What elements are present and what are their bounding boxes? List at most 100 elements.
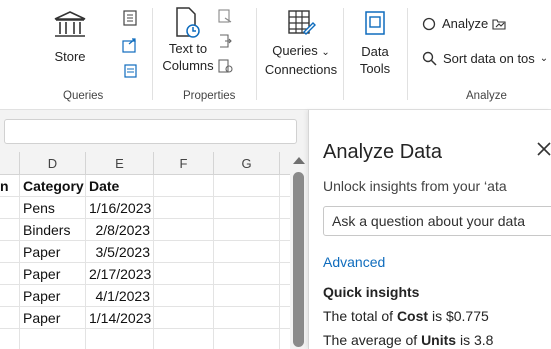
table-cell[interactable]: Category xyxy=(20,175,86,197)
table-cell[interactable]: Paper xyxy=(20,285,86,307)
table-cell[interactable]: 1/14/2023 xyxy=(86,307,154,329)
ribbon-divider xyxy=(343,8,344,100)
store-button[interactable]: Store xyxy=(48,10,92,65)
column-header[interactable]: E xyxy=(86,152,154,175)
table-cell[interactable] xyxy=(0,263,20,285)
formula-input[interactable] xyxy=(4,119,297,144)
table-cell[interactable] xyxy=(154,263,214,285)
table-cell[interactable] xyxy=(214,219,280,241)
analyze-button[interactable]: Analyze xyxy=(422,16,512,31)
chevron-down-icon: ⌄ xyxy=(321,47,330,58)
table-cell[interactable] xyxy=(214,285,280,307)
insight-item[interactable]: The total of Cost is $0.775 xyxy=(323,308,489,324)
queries-label: Queries ⌄ xyxy=(272,42,330,61)
table-row xyxy=(0,329,290,349)
analyze-data-pane: Analyze Data Unlock insights from your ‘… xyxy=(308,110,551,349)
data-tools-button[interactable]: Data Tools xyxy=(354,10,396,77)
flash-fill-icon[interactable] xyxy=(217,8,233,24)
table-cell[interactable]: 2/8/2023 xyxy=(86,219,154,241)
advanced-link[interactable]: Advanced xyxy=(323,254,385,270)
bank-store-icon xyxy=(54,11,86,37)
remove-duplicates-icon[interactable] xyxy=(217,33,233,49)
table-cell[interactable] xyxy=(214,175,280,197)
table-cell[interactable] xyxy=(0,307,20,329)
pane-title: Analyze Data xyxy=(323,141,442,163)
table-cell[interactable] xyxy=(0,285,20,307)
data-tools-label-2: Tools xyxy=(359,61,391,76)
table-cell[interactable] xyxy=(214,197,280,219)
formula-bar-area xyxy=(0,110,308,152)
table-cell[interactable] xyxy=(154,175,214,197)
table-cell[interactable] xyxy=(0,219,20,241)
queries-group-label: Queries xyxy=(63,90,104,102)
ask-question-input[interactable]: Ask a question about your data xyxy=(323,206,551,236)
table-cell[interactable] xyxy=(0,329,20,349)
table-cell[interactable]: 4/1/2023 xyxy=(86,285,154,307)
data-tools-label-1: Data xyxy=(361,44,389,59)
properties-small-icon[interactable] xyxy=(122,10,138,26)
analyze-group-label: Analyze xyxy=(466,90,507,102)
table-cell[interactable] xyxy=(154,329,214,349)
table-cell[interactable]: Binders xyxy=(20,219,86,241)
store-label: Store xyxy=(54,49,86,64)
text-to-columns-button[interactable]: Text to Columns xyxy=(160,6,216,74)
data-tools-icon xyxy=(365,11,385,35)
edit-links-icon[interactable] xyxy=(122,63,138,79)
ribbon: Store Queries Text to Columns Properties… xyxy=(0,0,551,110)
table-cell[interactable] xyxy=(154,219,214,241)
table-row: Paper 2/17/2023 xyxy=(0,263,290,285)
scroll-up-icon[interactable] xyxy=(293,157,305,164)
column-header[interactable] xyxy=(0,152,20,175)
table-cell[interactable]: Pens xyxy=(20,197,86,219)
data-validation-icon[interactable] xyxy=(217,58,233,74)
scrollbar-thumb[interactable] xyxy=(293,172,304,347)
table-cell[interactable]: Paper xyxy=(20,263,86,285)
ribbon-divider xyxy=(256,8,257,100)
column-header[interactable]: F xyxy=(154,152,214,175)
table-cell[interactable]: Paper xyxy=(20,307,86,329)
insight-item[interactable]: The average of Units is 3.8 xyxy=(323,332,493,348)
queries-text: Queries xyxy=(272,43,318,58)
table-row: n Category Date xyxy=(0,175,290,197)
worksheet-grid: D E F G n Category Date Pens 1/16/2023 B… xyxy=(0,152,290,349)
text-to-columns-label-2: Columns xyxy=(162,58,214,73)
table-cell[interactable] xyxy=(214,241,280,263)
table-cell[interactable]: 2/17/2023 xyxy=(86,263,154,285)
table-cell[interactable]: Paper xyxy=(20,241,86,263)
table-row: Paper 1/14/2023 xyxy=(0,307,290,329)
table-cell[interactable]: n xyxy=(0,175,20,197)
table-cell[interactable] xyxy=(0,241,20,263)
column-header-row: D E F G xyxy=(0,152,290,175)
insight-prefix: The average of xyxy=(323,332,422,348)
table-cell[interactable]: 3/5/2023 xyxy=(86,241,154,263)
analyze-label: Analyze xyxy=(442,16,489,31)
column-header[interactable]: G xyxy=(214,152,280,175)
table-cell[interactable] xyxy=(154,197,214,219)
table-cell[interactable] xyxy=(214,263,280,285)
folder-chart-icon xyxy=(492,18,506,30)
queries-connections-button[interactable]: Queries ⌄ Connections xyxy=(264,8,338,78)
table-cell[interactable] xyxy=(86,329,154,349)
table-cell[interactable] xyxy=(214,329,280,349)
table-cell[interactable]: 1/16/2023 xyxy=(86,197,154,219)
text-to-columns-label-1: Text to xyxy=(168,41,208,56)
column-header[interactable]: D xyxy=(20,152,86,175)
table-row: Paper 4/1/2023 xyxy=(0,285,290,307)
table-cell[interactable] xyxy=(0,197,20,219)
vertical-scrollbar[interactable] xyxy=(290,152,308,349)
chevron-down-icon: ⌄ xyxy=(539,53,549,64)
table-cell[interactable] xyxy=(154,307,214,329)
table-edit-icon xyxy=(288,10,316,35)
close-icon[interactable] xyxy=(536,141,551,157)
lightbulb-icon xyxy=(422,17,436,30)
ribbon-divider xyxy=(407,8,408,100)
refresh-folder-icon[interactable] xyxy=(122,38,138,54)
insight-value: is $0.775 xyxy=(428,308,489,324)
table-cell[interactable] xyxy=(20,329,86,349)
table-cell[interactable] xyxy=(154,241,214,263)
table-cell[interactable] xyxy=(154,285,214,307)
sort-data-button[interactable]: Sort data on tos ⌄ xyxy=(422,51,548,66)
table-cell[interactable]: Date xyxy=(86,175,154,197)
table-cell[interactable] xyxy=(214,307,280,329)
insight-prefix: The total of xyxy=(323,308,397,324)
